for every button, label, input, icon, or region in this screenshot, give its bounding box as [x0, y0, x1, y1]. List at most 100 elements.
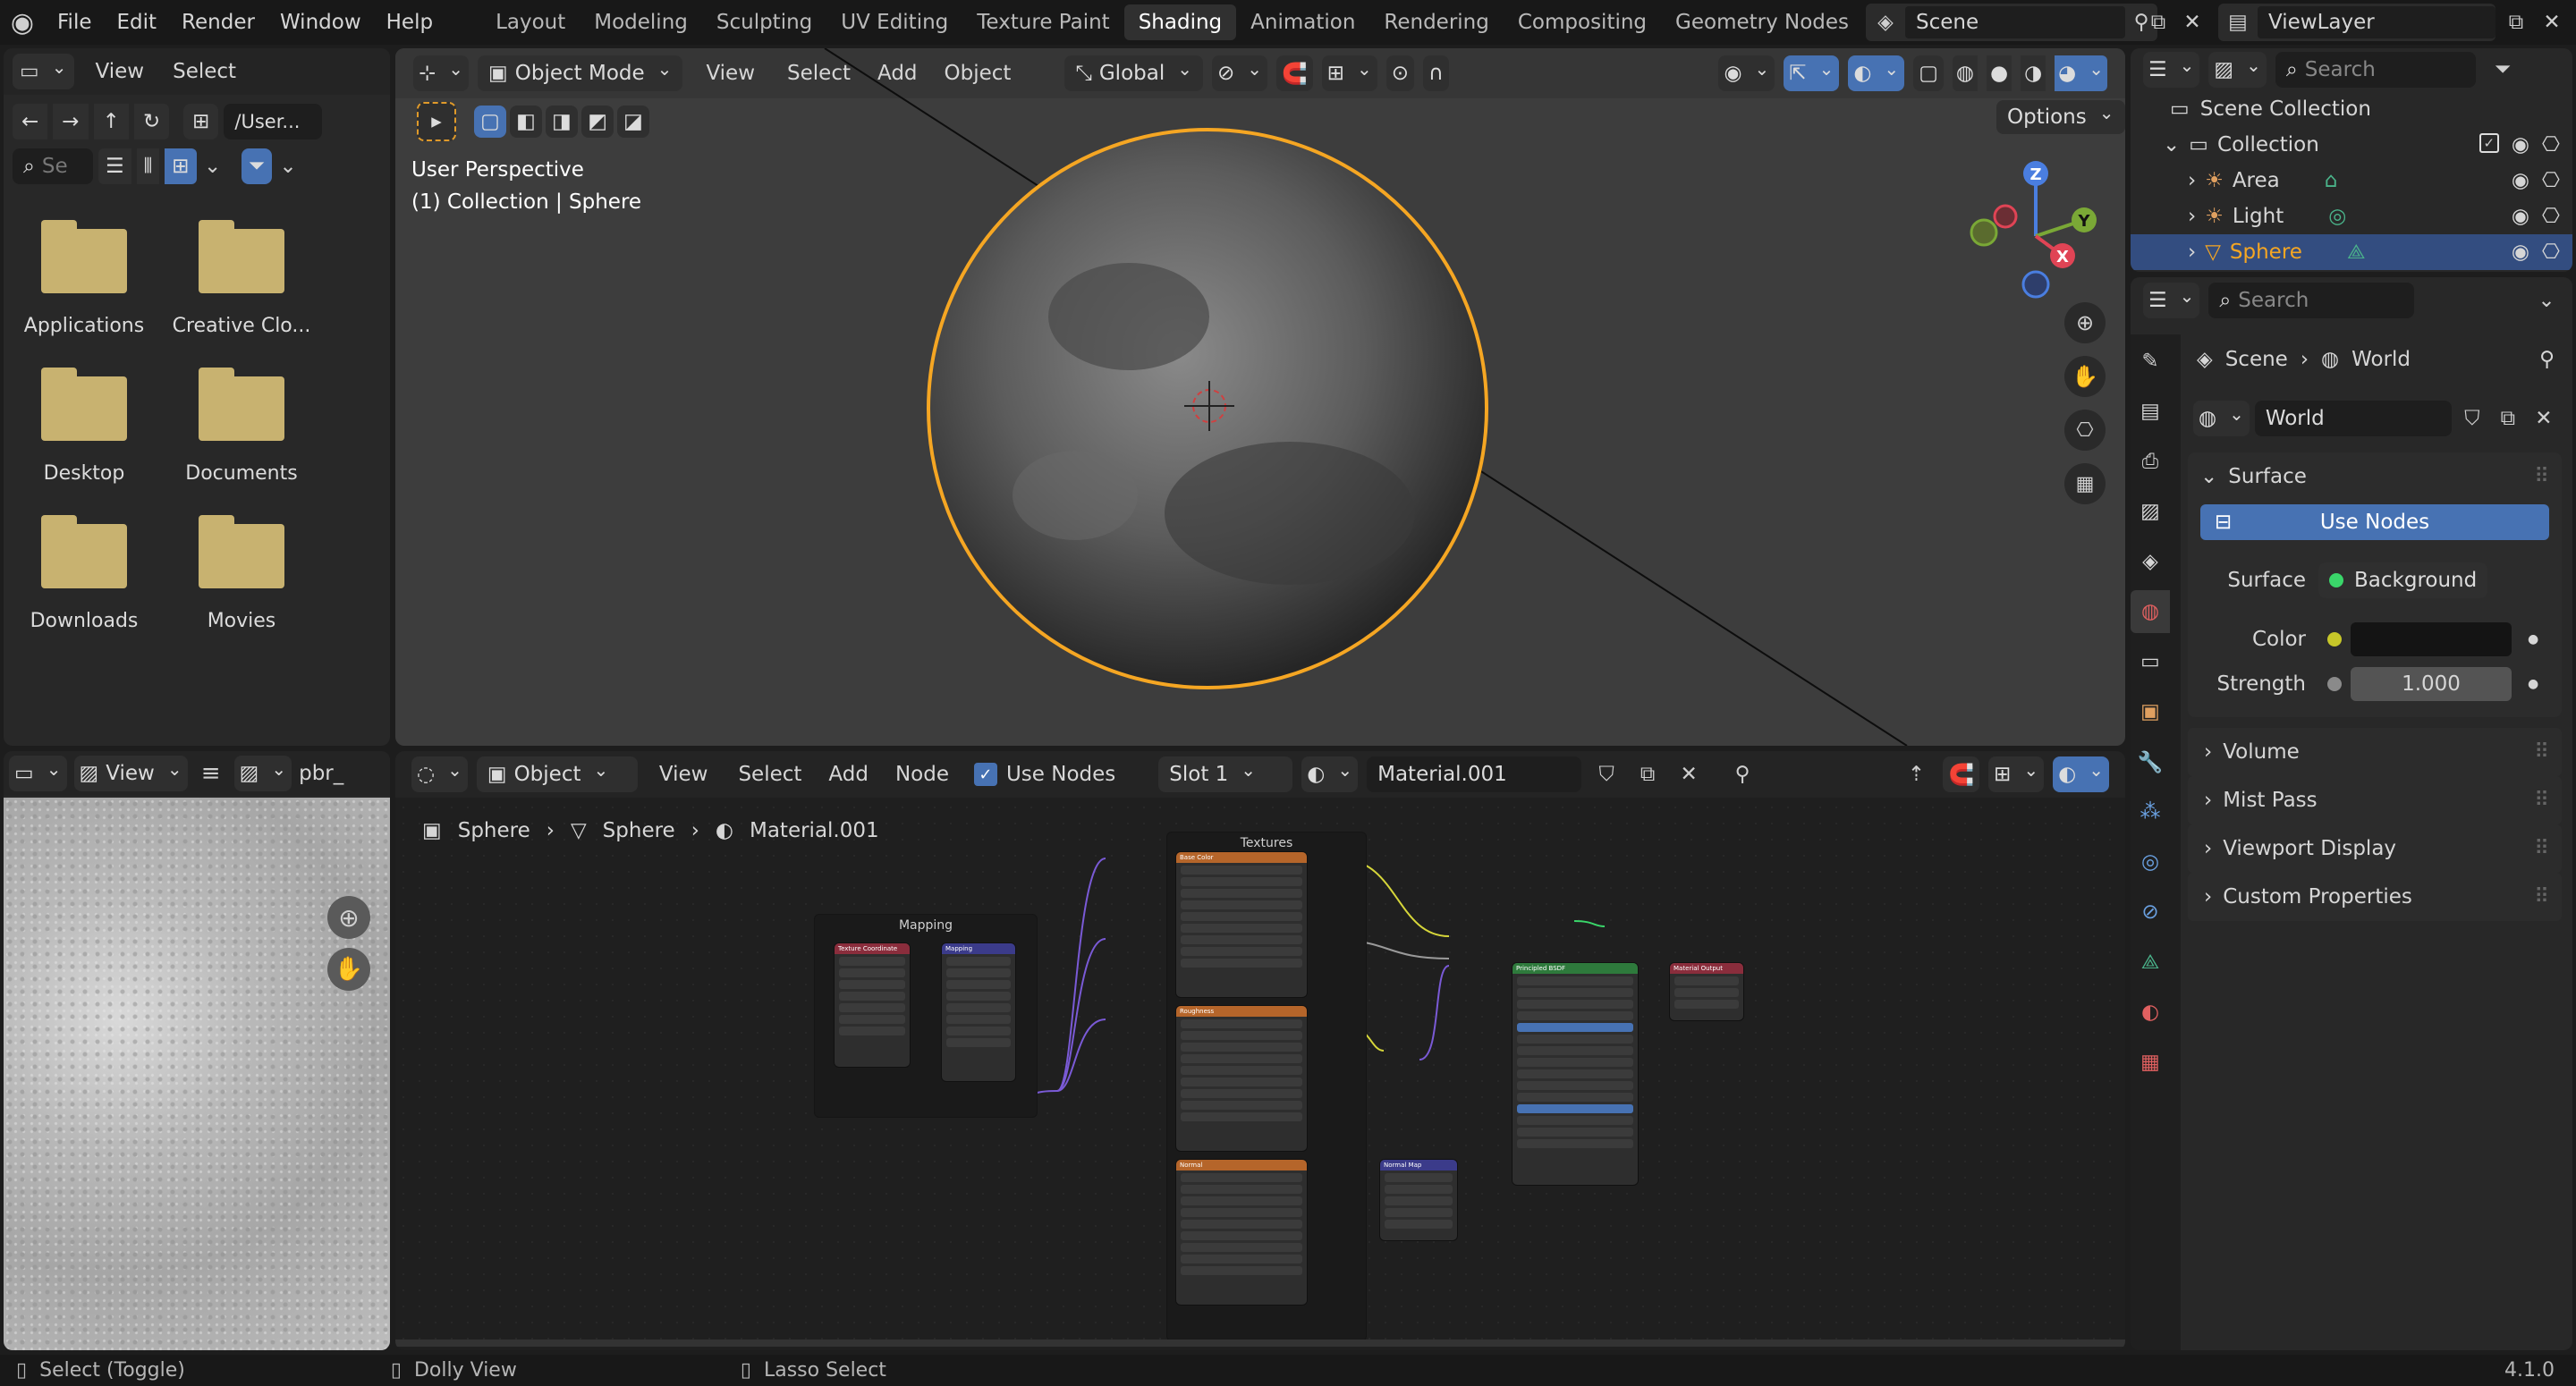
collection-tab-icon[interactable]: ▭ [2131, 640, 2170, 683]
drag-handle-icon[interactable]: ⠿ [2534, 885, 2562, 909]
horizontal-scrollbar[interactable] [395, 1340, 2125, 1347]
eye-icon[interactable]: ◉ [2512, 205, 2529, 228]
image-browse-dropdown[interactable]: ▨ [233, 756, 292, 791]
panel-viewport-display[interactable]: › Viewport Display ⠿ [2188, 824, 2562, 873]
camera-icon[interactable]: ⎔ [2064, 410, 2106, 451]
menu-window[interactable]: Window [267, 11, 374, 34]
ortho-grid-icon[interactable]: ▦ [2064, 463, 2106, 504]
render-tab-icon[interactable]: ▤ [2131, 390, 2170, 433]
tab-shading[interactable]: Shading [1123, 4, 1237, 40]
tab-texture-paint[interactable]: Texture Paint [962, 4, 1123, 40]
object-tab-icon[interactable]: ▣ [2131, 690, 2170, 733]
zoom-icon[interactable]: ⊕ [327, 896, 370, 939]
new-viewlayer-icon[interactable]: ⧉ [2501, 7, 2531, 38]
menu-render[interactable]: Render [169, 11, 267, 34]
chevron-right-icon[interactable]: › [2188, 169, 2196, 192]
panel-volume[interactable]: › Volume ⠿ [2188, 728, 2562, 776]
modifier-tab-icon[interactable]: 🔧 [2131, 740, 2170, 783]
node-texture-coordinate[interactable]: Texture Coordinate [834, 942, 911, 1068]
menu-help[interactable]: Help [374, 11, 445, 34]
material-tab-icon[interactable]: ◐ [2131, 991, 2170, 1034]
gizmo-neg-y-handle[interactable] [1970, 218, 1998, 247]
data-tab-icon[interactable]: ⟁ [2131, 941, 2170, 984]
node-principled-bsdf[interactable]: Principled BSDF [1512, 962, 1639, 1186]
editor-type-dropdown[interactable]: ☰ [2143, 283, 2200, 318]
image-name-field[interactable]: pbr_ [299, 762, 343, 785]
gizmo-neg-x-handle[interactable] [1993, 204, 2018, 229]
checkbox-checked-icon[interactable]: ✓ [2479, 133, 2499, 153]
strength-socket[interactable] [2318, 677, 2351, 691]
tool-tab-icon[interactable]: ✎ [2131, 340, 2170, 383]
world-tab-icon[interactable]: ◍ [2131, 590, 2170, 633]
menu-edit[interactable]: Edit [105, 11, 170, 34]
color-socket[interactable] [2318, 632, 2351, 647]
surface-panel-header[interactable]: ⌄ Surface ⠿ [2188, 452, 2562, 501]
filter-icon[interactable]: ⏷ [2485, 58, 2521, 81]
thumbnails-icon[interactable]: ⊞ [165, 148, 197, 184]
viewlayer-name[interactable]: ViewLayer [2258, 6, 2496, 38]
tab-compositing[interactable]: Compositing [1504, 4, 1661, 40]
tree-row[interactable]: › ☀ Area ⌂ ◉ ⎔ [2131, 163, 2572, 199]
eye-icon[interactable]: ◉ [2512, 133, 2529, 156]
drag-handle-icon[interactable]: ⠿ [2534, 740, 2562, 764]
menu-icon[interactable]: ≡ [195, 760, 227, 787]
list-item[interactable]: Applications [13, 220, 156, 337]
node-image-texture-roughness[interactable]: Roughness [1175, 1005, 1308, 1152]
color-swatch[interactable] [2351, 622, 2512, 656]
editor-type-dropdown[interactable]: ☰ [2143, 52, 2200, 88]
editor-type-dropdown[interactable]: ▭ [13, 54, 74, 89]
world-browse[interactable]: ◍ [2193, 401, 2250, 436]
texture-tab-icon[interactable]: ▦ [2131, 1041, 2170, 1084]
properties-search-input[interactable]: ⌕ Search [2208, 283, 2415, 318]
list-item[interactable]: Downloads [13, 515, 156, 632]
display-dropdown-icon[interactable]: ⌄ [202, 155, 224, 178]
duplicate-world-icon[interactable]: ⧉ [2493, 407, 2523, 430]
zoom-icon[interactable]: ⊕ [2064, 302, 2106, 343]
node-normal-map[interactable]: Normal Map [1379, 1159, 1458, 1241]
path-field[interactable]: /User... [224, 104, 323, 139]
strength-field[interactable]: 1.000 [2351, 667, 2512, 701]
physics-tab-icon[interactable]: ◎ [2131, 841, 2170, 883]
new-folder-icon[interactable]: ⊞ [183, 104, 219, 139]
fb-menu-select[interactable]: Select [165, 60, 243, 83]
drag-handle-icon[interactable]: ⠿ [2534, 465, 2562, 488]
filter-dropdown-icon[interactable]: ⌄ [277, 155, 299, 178]
display-mode-dropdown[interactable]: ▨ [2208, 52, 2267, 88]
node-image-texture-normal[interactable]: Normal [1175, 1159, 1308, 1306]
particles-tab-icon[interactable]: ⁂ [2131, 790, 2170, 833]
outliner-search-input[interactable]: ⌕ Search [2275, 52, 2476, 88]
tab-layout[interactable]: Layout [481, 4, 580, 40]
scene-tab-icon[interactable]: ◈ [2131, 540, 2170, 583]
fb-menu-view[interactable]: View [83, 60, 157, 83]
refresh-icon[interactable]: ↻ [133, 104, 170, 139]
chevron-right-icon[interactable]: › [2188, 205, 2196, 228]
editor-type-dropdown[interactable]: ▭ [9, 756, 67, 791]
menu-file[interactable]: File [45, 11, 105, 34]
pan-hand-icon[interactable]: ✋ [2064, 356, 2106, 397]
eye-icon[interactable]: ◉ [2512, 241, 2529, 264]
gizmo-neg-z-handle[interactable] [2021, 270, 2050, 299]
fake-user-shield-icon[interactable]: ⛉ [2457, 407, 2487, 430]
pan-hand-icon[interactable]: ✋ [327, 948, 370, 991]
view-layer-tab-icon[interactable]: ▨ [2131, 490, 2170, 533]
tab-geometry-nodes[interactable]: Geometry Nodes [1661, 4, 1863, 40]
scene-selector[interactable]: ◈ Scene ⚲ [1866, 4, 2157, 41]
list-horizontal-icon[interactable]: ⫴ [136, 148, 160, 184]
surface-shader-dropdown[interactable]: Background [2318, 562, 2488, 598]
tab-uv-editing[interactable]: UV Editing [826, 4, 962, 40]
shader-editor[interactable]: ◌ ▣Object View Select Add Node ✓Use Node… [395, 751, 2125, 1350]
constraints-tab-icon[interactable]: ⊘ [2131, 891, 2170, 934]
tab-rendering[interactable]: Rendering [1369, 4, 1503, 40]
keyframe-dot-icon[interactable]: ● [2528, 632, 2538, 647]
drag-handle-icon[interactable]: ⠿ [2534, 837, 2562, 860]
node-material-output[interactable]: Material Output [1669, 962, 1744, 1021]
world-name-field[interactable]: World [2254, 401, 2452, 436]
filter-icon[interactable]: ⏷ [241, 148, 272, 184]
drag-handle-icon[interactable]: ⠿ [2534, 789, 2562, 812]
pin-icon[interactable]: ⚲ [2539, 348, 2572, 371]
camera-icon[interactable]: ⎔ [2542, 133, 2560, 156]
camera-icon[interactable]: ⎔ [2542, 169, 2560, 192]
tree-row[interactable]: › ☀ Light ◎ ◉ ⎔ [2131, 199, 2572, 234]
list-item[interactable]: Creative Clo... [170, 220, 313, 337]
tab-sculpting[interactable]: Sculpting [702, 4, 826, 40]
